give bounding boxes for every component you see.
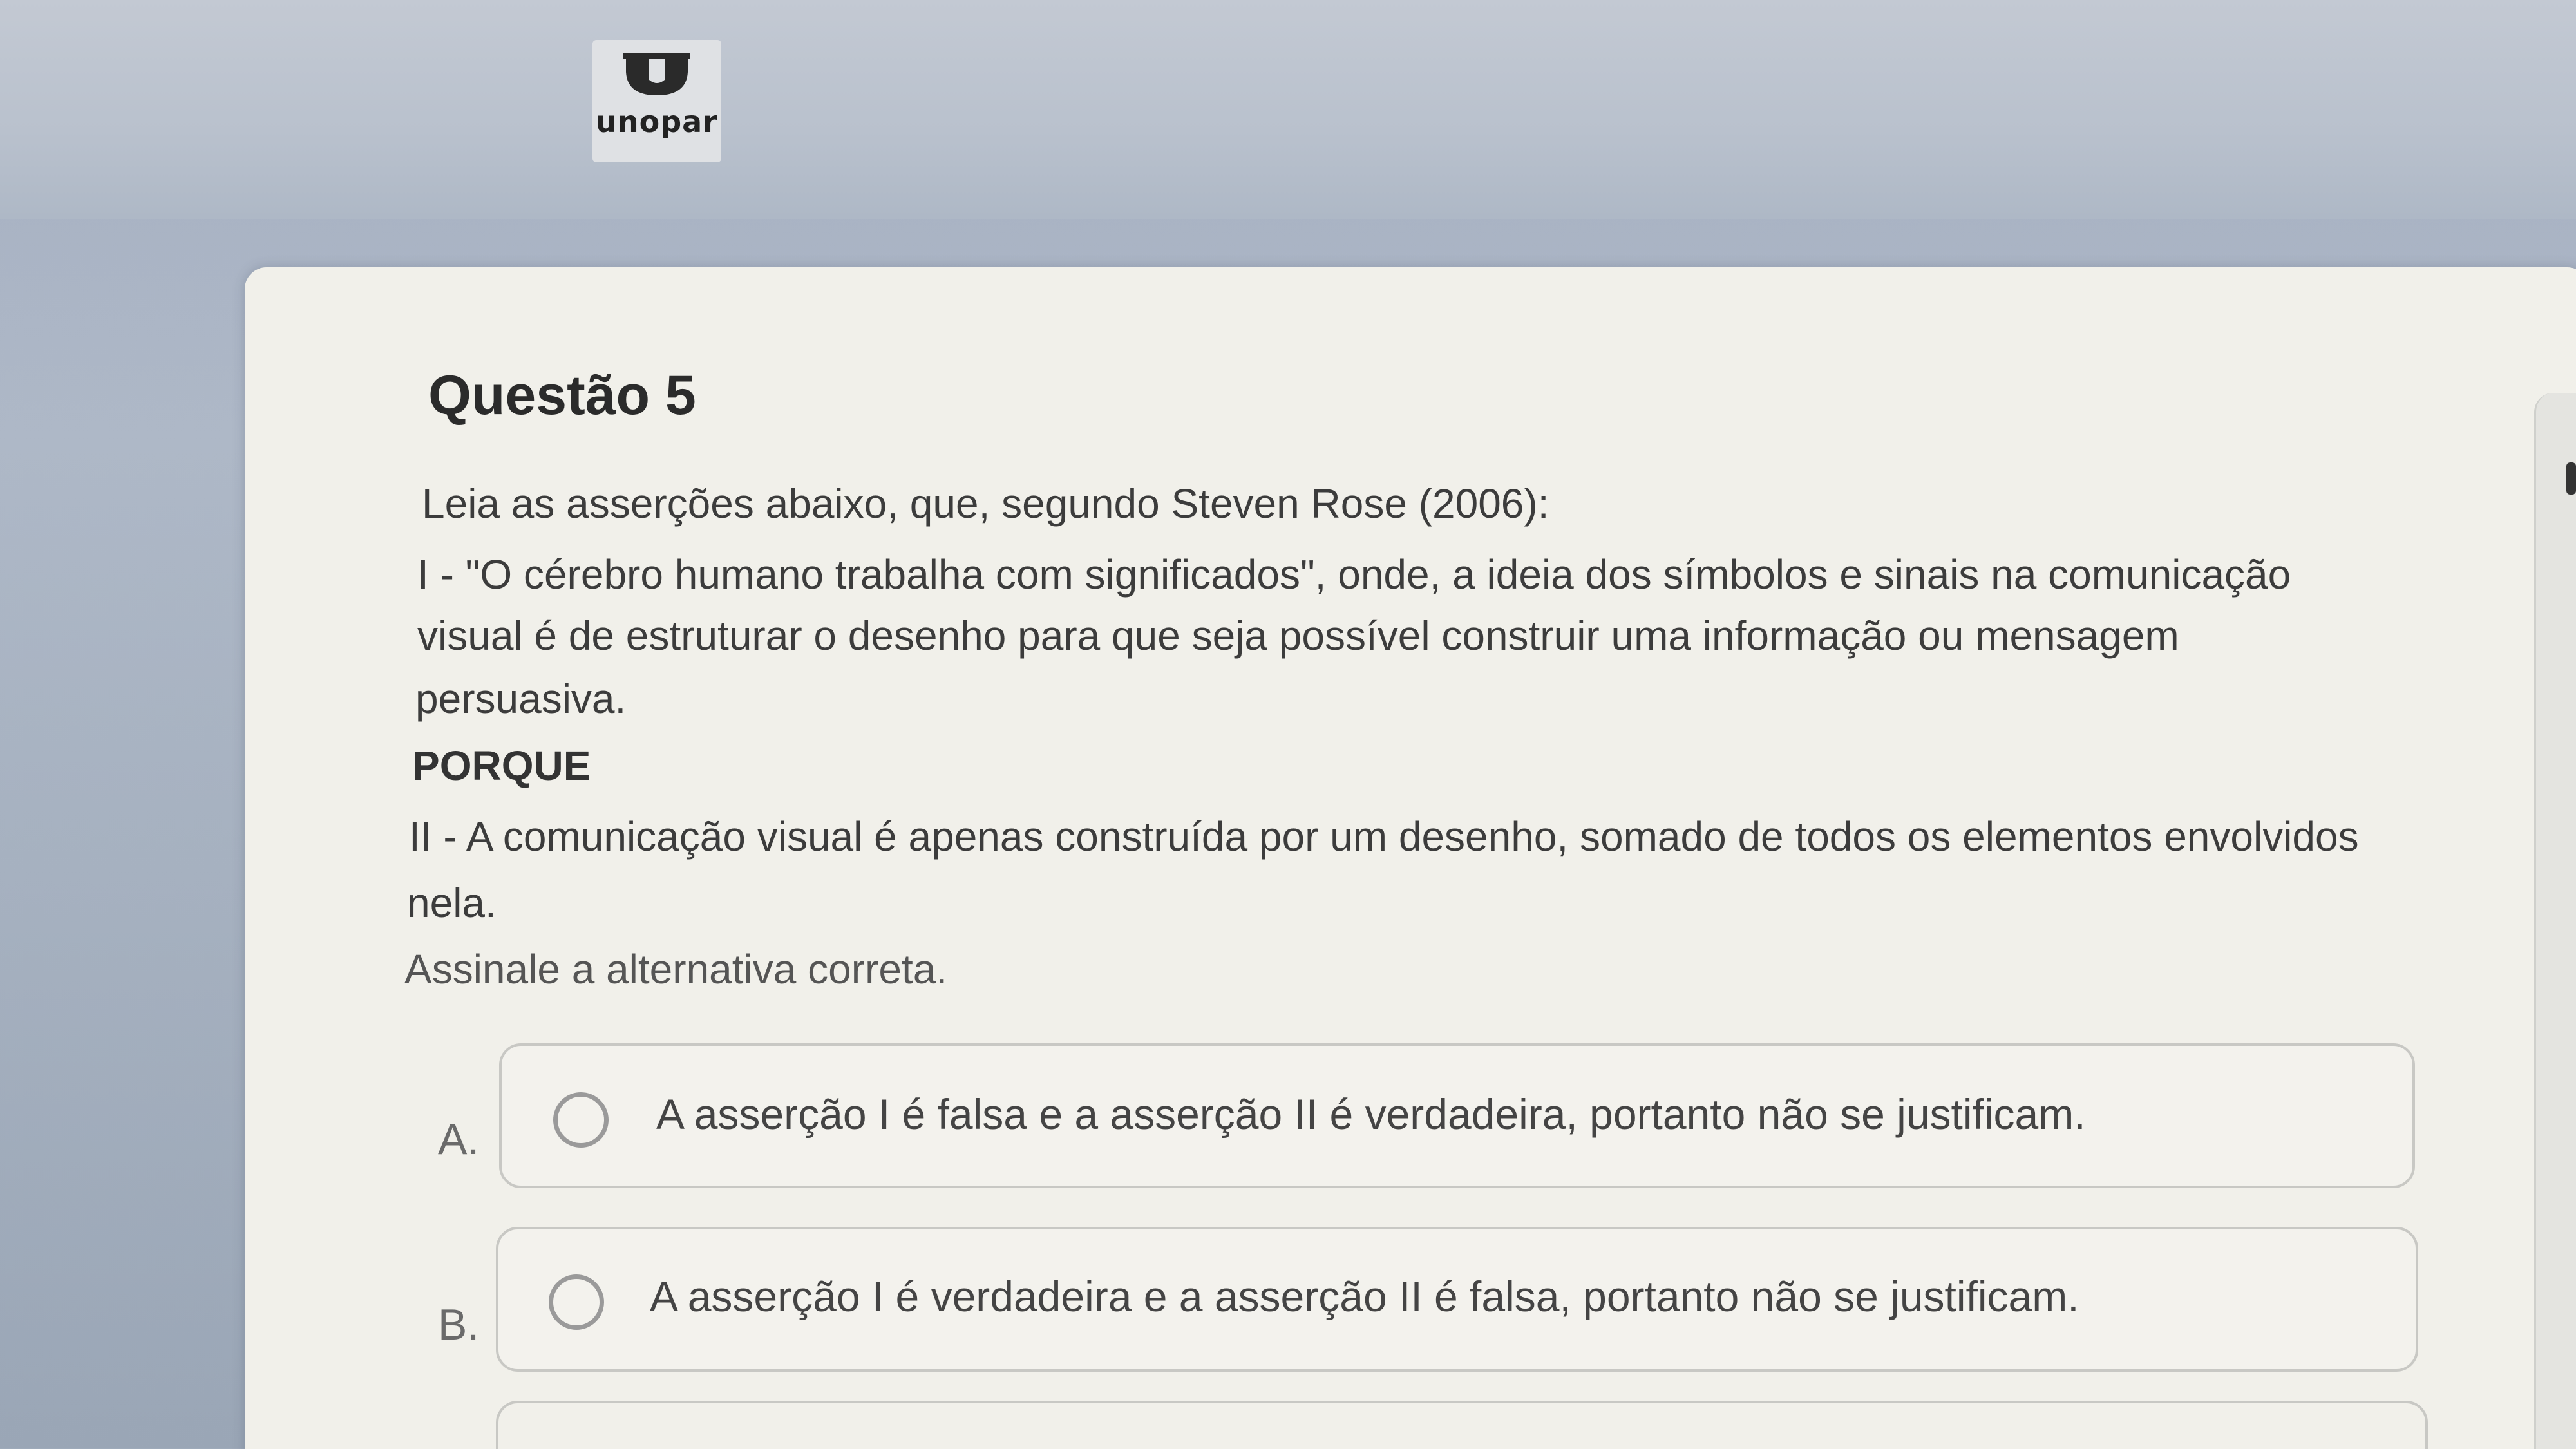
header-band — [0, 0, 2576, 219]
option-b-text: A asserção I é verdadeira e a asserção I… — [650, 1273, 2079, 1320]
scrollbar-track[interactable] — [2534, 393, 2576, 1449]
question-intro: Leia as asserções abaixo, que, segundo S… — [422, 480, 1549, 527]
unopar-logo[interactable]: unopar — [592, 40, 721, 162]
option-a-radio[interactable] — [553, 1092, 609, 1148]
option-c-partial[interactable] — [496, 1401, 2428, 1449]
option-a[interactable]: A asserção I é falsa e a asserção II é v… — [499, 1043, 2415, 1188]
scrollbar-thumb[interactable] — [2566, 462, 2576, 495]
option-b-radio[interactable] — [549, 1274, 604, 1330]
assertion-1-line-3: persuasiva. — [415, 676, 627, 722]
porque-label: PORQUE — [412, 743, 591, 789]
assertion-2-line-2: nela. — [407, 880, 497, 926]
instruction-text: Assinale a alternativa correta. — [404, 946, 948, 992]
unopar-logo-icon — [623, 53, 690, 95]
logo-text: unopar — [596, 104, 718, 139]
question-title: Questão 5 — [428, 365, 696, 426]
option-b-letter: B. — [438, 1300, 480, 1349]
option-a-letter: A. — [438, 1115, 480, 1164]
assertion-2-line-1: II - A comunicação visual é apenas const… — [409, 813, 2359, 860]
option-a-text: A asserção I é falsa e a asserção II é v… — [656, 1090, 2086, 1138]
assertion-1-line-2: visual é de estruturar o desenho para qu… — [417, 612, 2179, 659]
assertion-1-line-1: I - "O cérebro humano trabalha com signi… — [417, 551, 2291, 598]
option-b[interactable]: A asserção I é verdadeira e a asserção I… — [496, 1227, 2418, 1372]
